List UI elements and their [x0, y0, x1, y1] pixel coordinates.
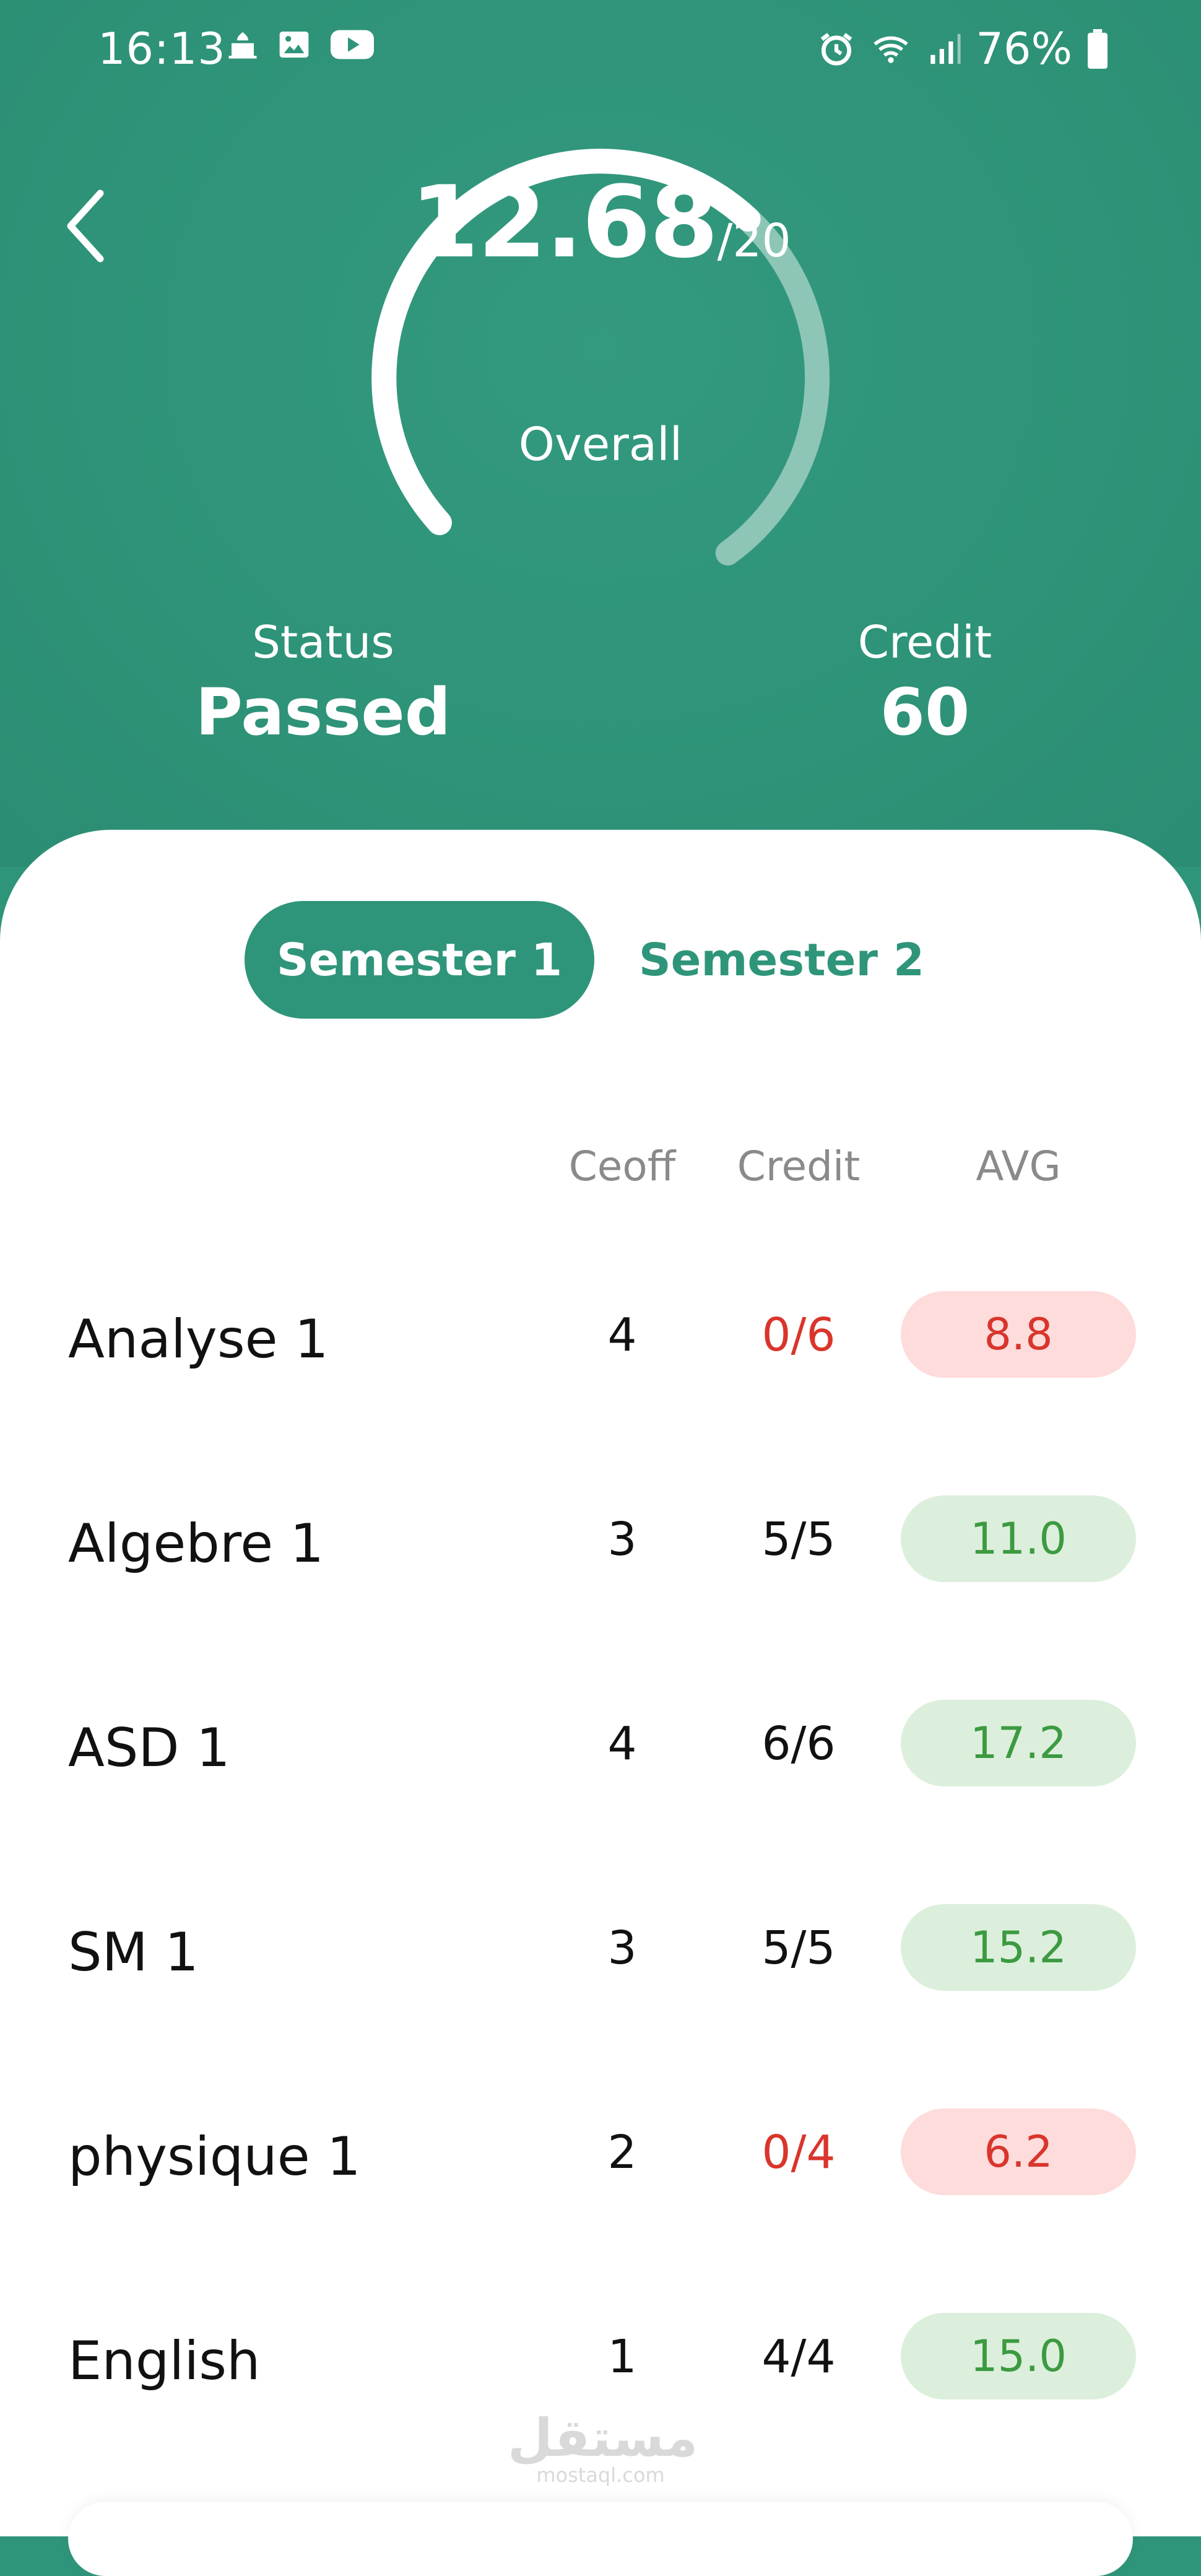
score-label: Overall: [518, 418, 683, 471]
score-value: 12.68: [410, 164, 718, 280]
subject-avg-badge: 15.2: [901, 1904, 1136, 1991]
subject-name: Algebre 1: [68, 1513, 324, 1575]
status-label: Status: [252, 616, 394, 668]
wifi-icon: [874, 36, 909, 63]
subject-credit: 5/5: [761, 1921, 836, 1975]
subject-coeff: 1: [607, 2330, 637, 2383]
subject-avg-badge: 8.8: [901, 1291, 1136, 1378]
subject-coeff: 3: [607, 1921, 637, 1975]
signal-icon: [930, 33, 961, 64]
subject-name: Analyse 1: [68, 1308, 329, 1370]
alarm-icon: [821, 33, 852, 66]
subject-credit: 5/5: [761, 1513, 836, 1566]
tab-semester-1[interactable]: Semester 1: [245, 901, 594, 1019]
column-header-credit: Credit: [737, 1142, 861, 1190]
youtube-icon: [331, 30, 374, 59]
subject-name: ASD 1: [68, 1717, 230, 1779]
subject-row[interactable]: physique 1 2 0/4 6.2: [0, 2108, 1201, 2195]
subject-avg-badge: 17.2: [901, 1700, 1136, 1786]
semester-tabs: Semester 1 Semester 2: [0, 901, 1201, 1019]
subject-coeff: 4: [607, 1717, 637, 1770]
subject-row[interactable]: Algebre 1 3 5/5 11.0: [0, 1495, 1201, 1582]
bottom-card: [68, 2502, 1133, 2576]
score-display: 12.68/20: [0, 164, 1201, 280]
subject-row[interactable]: ASD 1 4 6/6 17.2: [0, 1700, 1201, 1786]
tab-semester-2[interactable]: Semester 2: [622, 901, 941, 1019]
subject-coeff: 2: [607, 2126, 637, 2179]
subject-coeff: 3: [607, 1513, 637, 1566]
watermark-logo: مستقل mostaql.com: [508, 2408, 698, 2486]
subject-avg-badge: 11.0: [901, 1495, 1136, 1582]
subject-credit: 0/4: [761, 2126, 836, 2179]
column-header-avg: AVG: [976, 1142, 1061, 1190]
credit-label: Credit: [857, 616, 992, 668]
status-value: Passed: [195, 674, 451, 750]
subject-row[interactable]: English 1 4/4 15.0: [0, 2313, 1201, 2400]
gallery-icon: [279, 32, 309, 58]
score-max: /20: [717, 214, 791, 268]
watermark-arabic: مستقل: [508, 2408, 698, 2468]
subject-coeff: 4: [607, 1308, 637, 1362]
battery-icon: [1088, 29, 1108, 69]
credit-stat: Credit 60: [770, 616, 1080, 750]
status-bar: 16:13 76%: [0, 0, 1201, 93]
header: 16:13 76% 12.68/20 Overall Status Passed…: [0, 0, 1201, 867]
subject-avg-badge: 15.0: [901, 2313, 1136, 2400]
subject-avg-badge: 6.2: [901, 2108, 1136, 2195]
subject-name: physique 1: [68, 2126, 361, 2188]
status-time: 16:13: [98, 24, 226, 74]
subject-credit: 4/4: [761, 2330, 836, 2383]
mosque-icon: [228, 32, 257, 59]
status-stat: Status Passed: [168, 616, 478, 750]
battery-percent: 76%: [976, 24, 1072, 74]
credit-value: 60: [880, 674, 970, 750]
subject-name: SM 1: [68, 1921, 199, 1983]
subject-row[interactable]: SM 1 3 5/5 15.2: [0, 1904, 1201, 1991]
column-header-coeff: Ceoff: [568, 1142, 676, 1190]
subject-name: English: [68, 2330, 261, 2392]
subject-credit: 6/6: [761, 1717, 836, 1770]
subject-credit: 0/6: [761, 1308, 836, 1362]
results-sheet: Semester 1 Semester 2 Ceoff Credit AVG A…: [0, 830, 1201, 2536]
subject-row[interactable]: Analyse 1 4 0/6 8.8: [0, 1291, 1201, 1378]
